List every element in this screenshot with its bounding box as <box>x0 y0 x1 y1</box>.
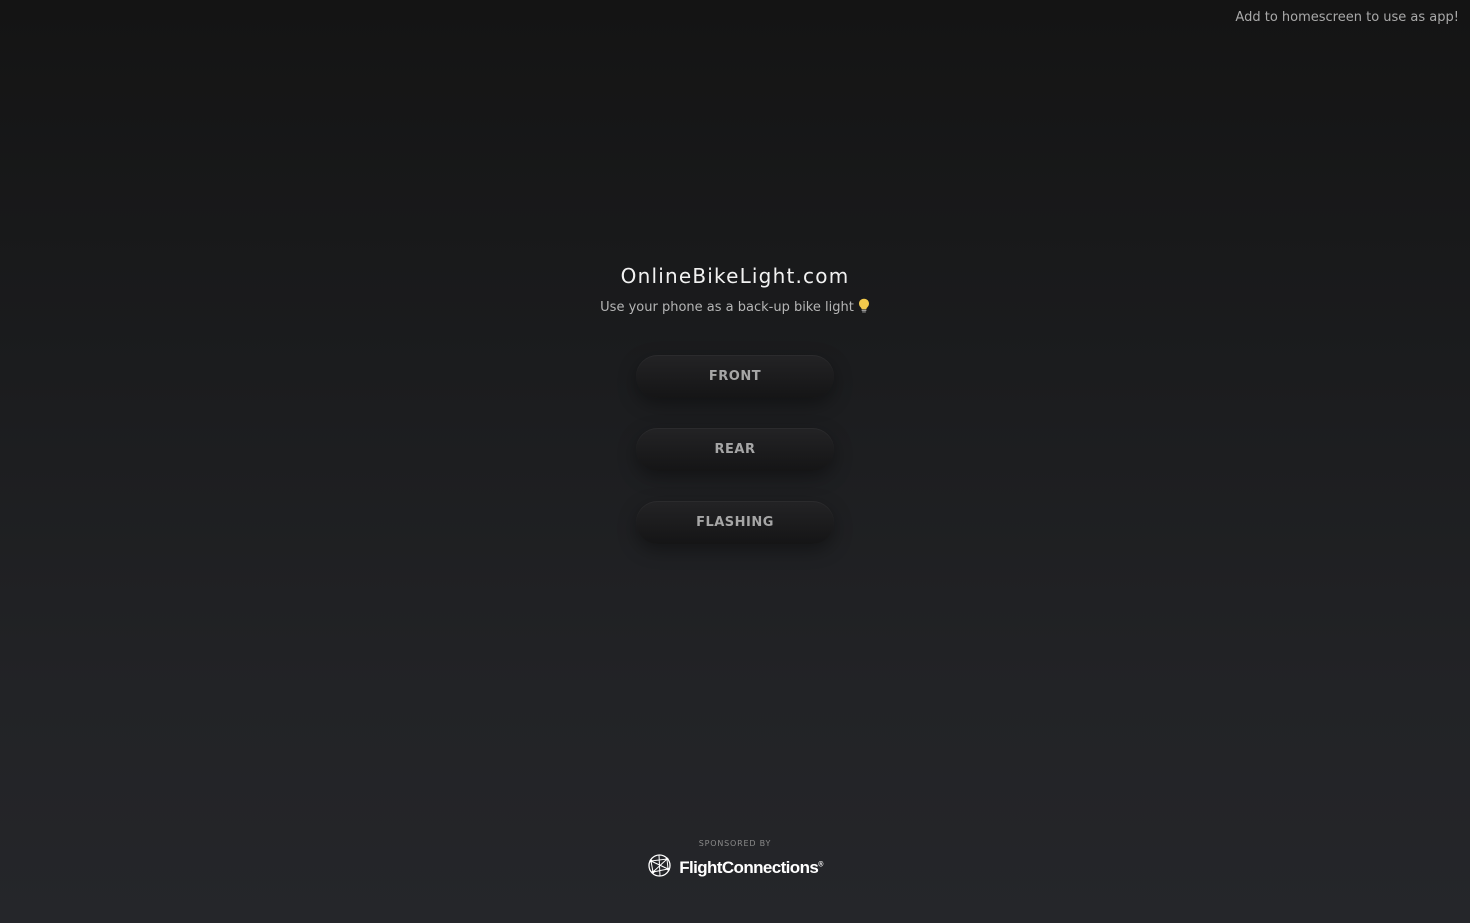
tagline-text: Use your phone as a back-up bike light <box>600 300 854 315</box>
mode-buttons: FRONT REAR FLASHING <box>636 355 834 574</box>
flightconnections-logo-link[interactable]: FlightConnections® <box>647 853 823 882</box>
globe-network-icon <box>647 853 672 882</box>
sponsor-name-text: FlightConnections <box>679 857 819 877</box>
rear-button[interactable]: REAR <box>636 428 834 471</box>
tagline: Use your phone as a back-up bike light <box>0 298 1470 319</box>
site-title: OnlineBikeLight.com <box>620 264 850 288</box>
lightbulb-icon <box>858 298 870 319</box>
sponsor-footer: SPONSORED BY FlightConnections® <box>0 838 1470 882</box>
sponsored-by-label: SPONSORED BY <box>698 839 772 848</box>
front-button[interactable]: FRONT <box>636 355 834 398</box>
sponsor-name: FlightConnections® <box>679 858 823 878</box>
add-to-homescreen-link[interactable]: Add to homescreen to use as app! <box>1235 10 1459 25</box>
sponsor-trademark: ® <box>818 860 823 868</box>
hero: OnlineBikeLight.com Use your phone as a … <box>0 262 1470 319</box>
flashing-button[interactable]: FLASHING <box>636 501 834 544</box>
